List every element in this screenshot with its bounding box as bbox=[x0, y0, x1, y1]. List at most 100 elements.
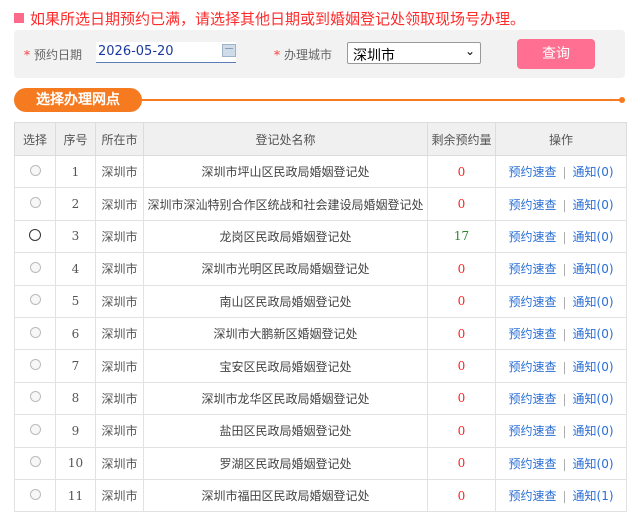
radio-button[interactable] bbox=[29, 164, 41, 176]
radio-button[interactable] bbox=[29, 488, 41, 500]
row-select[interactable] bbox=[14, 446, 56, 480]
row-remaining: 17 bbox=[427, 219, 496, 254]
notice-link[interactable]: 通知(0) bbox=[573, 198, 614, 212]
booking-query-link[interactable]: 预约速查 bbox=[508, 360, 556, 374]
notice-link[interactable]: 通知(0) bbox=[573, 457, 614, 471]
notice-link[interactable]: 通知(0) bbox=[573, 262, 614, 276]
booking-query-link[interactable]: 预约速查 bbox=[508, 327, 556, 341]
table-row[interactable]: 5 深圳市 南山区民政局婚姻登记处 0 预约速查 | 通知(0) bbox=[14, 284, 627, 318]
notice-link[interactable]: 通知(0) bbox=[573, 295, 614, 309]
radio-button[interactable] bbox=[29, 326, 41, 338]
notice-link[interactable]: 通知(0) bbox=[573, 424, 614, 438]
row-number: 3 bbox=[55, 219, 96, 254]
row-number: 9 bbox=[55, 414, 96, 448]
row-operations: 预约速查 | 通知(1) bbox=[495, 478, 627, 513]
section-dot bbox=[619, 97, 625, 103]
notice-link[interactable]: 通知(0) bbox=[573, 360, 614, 374]
row-remaining: 0 bbox=[427, 414, 496, 448]
row-select[interactable] bbox=[14, 316, 56, 351]
row-operations: 预约速查 | 通知(0) bbox=[495, 187, 627, 221]
table-row[interactable]: 1 深圳市 深圳市坪山区民政局婚姻登记处 0 预约速查 | 通知(0) bbox=[14, 154, 627, 189]
booking-query-link[interactable]: 预约速查 bbox=[508, 424, 556, 438]
radio-button[interactable] bbox=[29, 294, 41, 306]
row-city: 深圳市 bbox=[95, 316, 144, 351]
date-input[interactable]: 2026-05-20 bbox=[96, 42, 236, 63]
radio-button[interactable] bbox=[29, 423, 41, 435]
row-operations: 预约速查 | 通知(0) bbox=[495, 381, 627, 416]
table-row[interactable]: 7 深圳市 宝安区民政局婚姻登记处 0 预约速查 | 通知(0) bbox=[14, 349, 627, 383]
table-row[interactable]: 10 深圳市 罗湖区民政局婚姻登记处 0 预约速查 | 通知(0) bbox=[14, 446, 627, 480]
booking-query-link[interactable]: 预约速查 bbox=[508, 165, 556, 179]
row-operations: 预约速查 | 通知(0) bbox=[495, 414, 627, 448]
table-row[interactable]: 3 深圳市 龙岗区民政局婚姻登记处 17 预约速查 | 通知(0) bbox=[14, 219, 627, 254]
row-remaining: 0 bbox=[427, 349, 496, 383]
row-select[interactable] bbox=[14, 414, 56, 448]
table-body: 1 深圳市 深圳市坪山区民政局婚姻登记处 0 预约速查 | 通知(0) 2 深圳市 深圳市深汕特别… bbox=[14, 154, 627, 513]
row-remaining: 0 bbox=[427, 446, 496, 480]
radio-button[interactable] bbox=[29, 197, 41, 209]
table-row[interactable]: 2 深圳市 深圳市深汕特别合作区统战和社会建设局婚姻登记处 0 预约速查 | 通知(0) bbox=[14, 187, 627, 221]
row-select[interactable] bbox=[14, 187, 56, 221]
row-number: 7 bbox=[55, 349, 96, 383]
row-operations: 预约速查 | 通知(0) bbox=[495, 252, 627, 286]
booking-query-link[interactable]: 预约速查 bbox=[508, 295, 556, 309]
row-select[interactable] bbox=[14, 478, 56, 513]
calendar-icon[interactable] bbox=[222, 44, 236, 57]
notice-link[interactable]: 通知(1) bbox=[573, 489, 614, 503]
table-row[interactable]: 4 深圳市 深圳市光明区民政局婚姻登记处 0 预约速查 | 通知(0) bbox=[14, 252, 627, 286]
link-separator: | bbox=[562, 391, 567, 406]
row-select[interactable] bbox=[14, 349, 56, 383]
city-select[interactable]: 深圳市 ⌄ bbox=[347, 42, 481, 64]
row-number: 5 bbox=[55, 284, 96, 318]
row-remaining: 0 bbox=[427, 284, 496, 318]
row-remaining: 0 bbox=[427, 154, 496, 189]
booking-query-link[interactable]: 预约速查 bbox=[508, 457, 556, 471]
query-button[interactable]: 查询 bbox=[517, 39, 595, 69]
radio-button[interactable] bbox=[29, 391, 41, 403]
radio-button[interactable] bbox=[29, 359, 41, 371]
header-office-name: 登记处名称 bbox=[143, 122, 428, 156]
booking-query-link[interactable]: 预约速查 bbox=[508, 489, 556, 503]
row-remaining: 0 bbox=[427, 252, 496, 286]
booking-query-link[interactable]: 预约速查 bbox=[508, 198, 556, 212]
booking-query-link[interactable]: 预约速查 bbox=[508, 262, 556, 276]
booking-query-link[interactable]: 预约速查 bbox=[508, 230, 556, 244]
row-office-name: 罗湖区民政局婚姻登记处 bbox=[143, 446, 428, 480]
notice-square-icon bbox=[14, 13, 24, 23]
row-office-name: 宝安区民政局婚姻登记处 bbox=[143, 349, 428, 383]
link-separator: | bbox=[562, 327, 567, 342]
notice-link[interactable]: 通知(0) bbox=[573, 392, 614, 406]
chevron-down-icon: ⌄ bbox=[464, 44, 475, 58]
row-city: 深圳市 bbox=[95, 219, 144, 254]
row-select[interactable] bbox=[14, 154, 56, 189]
row-select[interactable] bbox=[14, 252, 56, 286]
notice-link[interactable]: 通知(0) bbox=[573, 165, 614, 179]
row-city: 深圳市 bbox=[95, 154, 144, 189]
row-select[interactable] bbox=[14, 284, 56, 318]
row-operations: 预约速查 | 通知(0) bbox=[495, 316, 627, 351]
row-select[interactable] bbox=[14, 381, 56, 416]
table-row[interactable]: 11 深圳市 深圳市福田区民政局婚姻登记处 0 预约速查 | 通知(1) bbox=[14, 478, 627, 513]
radio-button[interactable] bbox=[29, 228, 41, 241]
row-office-name: 深圳市光明区民政局婚姻登记处 bbox=[143, 252, 428, 286]
link-separator: | bbox=[562, 359, 567, 374]
link-separator: | bbox=[562, 197, 567, 212]
notice-link[interactable]: 通知(0) bbox=[573, 230, 614, 244]
section-divider bbox=[140, 99, 622, 101]
table-row[interactable]: 6 深圳市 深圳市大鹏新区婚姻登记处 0 预约速查 | 通知(0) bbox=[14, 316, 627, 351]
row-operations: 预约速查 | 通知(0) bbox=[495, 284, 627, 318]
row-office-name: 深圳市大鹏新区婚姻登记处 bbox=[143, 316, 428, 351]
radio-button[interactable] bbox=[29, 456, 41, 468]
booking-query-link[interactable]: 预约速查 bbox=[508, 392, 556, 406]
row-number: 6 bbox=[55, 316, 96, 351]
notice-text: 如果所选日期预约已满，请选择其他日期或到婚姻登记处领取现场号办理。 bbox=[30, 10, 526, 28]
link-separator: | bbox=[562, 456, 567, 471]
header-select: 选择 bbox=[14, 122, 56, 156]
row-remaining: 0 bbox=[427, 381, 496, 416]
radio-button[interactable] bbox=[29, 261, 41, 273]
table-row[interactable]: 8 深圳市 深圳市龙华区民政局婚姻登记处 0 预约速查 | 通知(0) bbox=[14, 381, 627, 416]
table-row[interactable]: 9 深圳市 盐田区民政局婚姻登记处 0 预约速查 | 通知(0) bbox=[14, 414, 627, 448]
notice-link[interactable]: 通知(0) bbox=[573, 327, 614, 341]
row-city: 深圳市 bbox=[95, 252, 144, 286]
row-select[interactable] bbox=[14, 219, 56, 254]
